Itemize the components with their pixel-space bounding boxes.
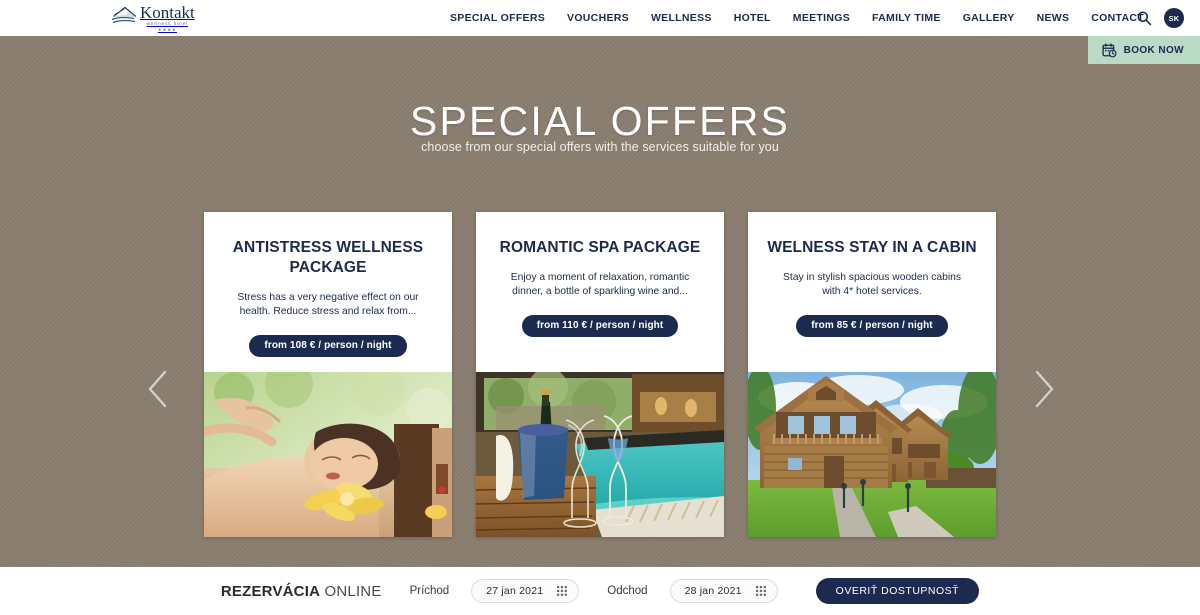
language-badge[interactable]: SK — [1164, 8, 1184, 28]
chevron-left-icon — [148, 370, 167, 408]
logo-text-group: Kontakt wellness hotel ★★★★ — [140, 4, 195, 32]
offer-card[interactable]: WELNESS STAY IN A CABIN Stay in stylish … — [748, 212, 996, 537]
departure-date-value: 28 jan 2021 — [684, 585, 742, 597]
booking-bar-title: REZERVÁCIA ONLINE — [221, 583, 382, 600]
nav-hotel[interactable]: HOTEL — [734, 12, 771, 24]
offer-card-price-badge: from 85 € / person / night — [796, 315, 948, 337]
wooden-cabins-photo — [748, 372, 996, 537]
offer-card-body: ANTISTRESS WELLNESS PACKAGE Stress has a… — [204, 212, 452, 372]
departure-date-field[interactable]: 28 jan 2021 — [669, 579, 778, 603]
booking-title-bold: REZERVÁCIA — [220, 582, 321, 600]
logo-stars: ★★★★ — [157, 26, 177, 32]
champagne-poolside-photo — [476, 372, 724, 537]
page-root: Kontakt wellness hotel ★★★★ SPECIAL OFFE… — [0, 0, 1200, 615]
hero-section: SPECIAL OFFERS choose from our special o… — [0, 36, 1200, 567]
offer-card-image — [204, 372, 452, 537]
header-actions: SK — [1136, 0, 1184, 36]
site-header: Kontakt wellness hotel ★★★★ SPECIAL OFFE… — [0, 0, 1200, 36]
arrival-date-value: 27 jan 2021 — [486, 585, 544, 597]
arrival-label: Príchod — [409, 585, 450, 597]
offer-card-price-badge: from 110 € / person / night — [521, 315, 679, 337]
offer-card-description: Enjoy a moment of relaxation, romantic d… — [510, 272, 690, 297]
offer-card-title: WELNESS STAY IN A CABIN — [767, 239, 977, 256]
offer-card-body: WELNESS STAY IN A CABIN Stay in stylish … — [748, 212, 996, 372]
nav-special-offers[interactable]: SPECIAL OFFERS — [450, 12, 545, 24]
offer-card-price-badge: from 108 € / person / night — [249, 335, 407, 357]
spa-massage-photo — [204, 372, 452, 537]
offer-card-body: ROMANTIC SPA PACKAGE Enjoy a moment of r… — [476, 212, 724, 372]
nav-vouchers[interactable]: VOUCHERS — [567, 12, 629, 24]
offer-card-description: Stress has a very negative effect on our… — [237, 292, 419, 317]
logo-name: Kontakt — [140, 3, 195, 22]
carousel-prev-button[interactable] — [138, 366, 178, 412]
nav-gallery[interactable]: GALLERY — [963, 12, 1015, 24]
offer-card-image — [476, 372, 724, 537]
offer-card-title: ANTISTRESS WELLNESS PACKAGE — [232, 239, 424, 276]
nav-wellness[interactable]: WELLNESS — [651, 12, 712, 24]
offer-card[interactable]: ANTISTRESS WELLNESS PACKAGE Stress has a… — [204, 212, 452, 537]
booking-title-light: ONLINE — [324, 582, 382, 600]
search-icon[interactable] — [1136, 10, 1152, 26]
nav-news[interactable]: NEWS — [1037, 12, 1070, 24]
page-subtitle: choose from our special offers with the … — [421, 140, 779, 154]
calendar-clock-icon — [1102, 42, 1117, 57]
wave-logo-icon — [112, 6, 137, 24]
carousel-next-button[interactable] — [1024, 366, 1064, 412]
site-logo[interactable]: Kontakt wellness hotel ★★★★ — [112, 4, 204, 32]
booking-bar: REZERVÁCIA ONLINE Príchod 27 jan 2021 Od… — [0, 567, 1200, 615]
offer-card-title: ROMANTIC SPA PACKAGE — [499, 239, 701, 256]
check-availability-button[interactable]: OVERIŤ DOSTUPNOSŤ — [815, 578, 980, 604]
book-now-button[interactable]: BOOK NOW — [1087, 36, 1200, 64]
calendar-grid-icon — [557, 585, 568, 596]
main-navigation: SPECIAL OFFERS VOUCHERS WELLNESS HOTEL M… — [450, 0, 1144, 36]
book-now-label: BOOK NOW — [1123, 44, 1184, 56]
departure-label: Odchod — [607, 585, 648, 597]
calendar-grid-icon — [755, 585, 766, 596]
offer-card[interactable]: ROMANTIC SPA PACKAGE Enjoy a moment of r… — [476, 212, 724, 537]
page-title: SPECIAL OFFERS — [409, 98, 791, 144]
nav-meetings[interactable]: MEETINGS — [793, 12, 850, 24]
arrival-date-field[interactable]: 27 jan 2021 — [471, 579, 580, 603]
offer-card-image — [748, 372, 996, 537]
offer-card-description: Stay in stylish spacious wooden cabins w… — [782, 272, 961, 297]
logo-subtitle: wellness hotel — [146, 21, 189, 26]
offer-cards-list: ANTISTRESS WELLNESS PACKAGE Stress has a… — [204, 212, 996, 537]
nav-family-time[interactable]: FAMILY TIME — [872, 12, 941, 24]
chevron-right-icon — [1035, 370, 1054, 408]
